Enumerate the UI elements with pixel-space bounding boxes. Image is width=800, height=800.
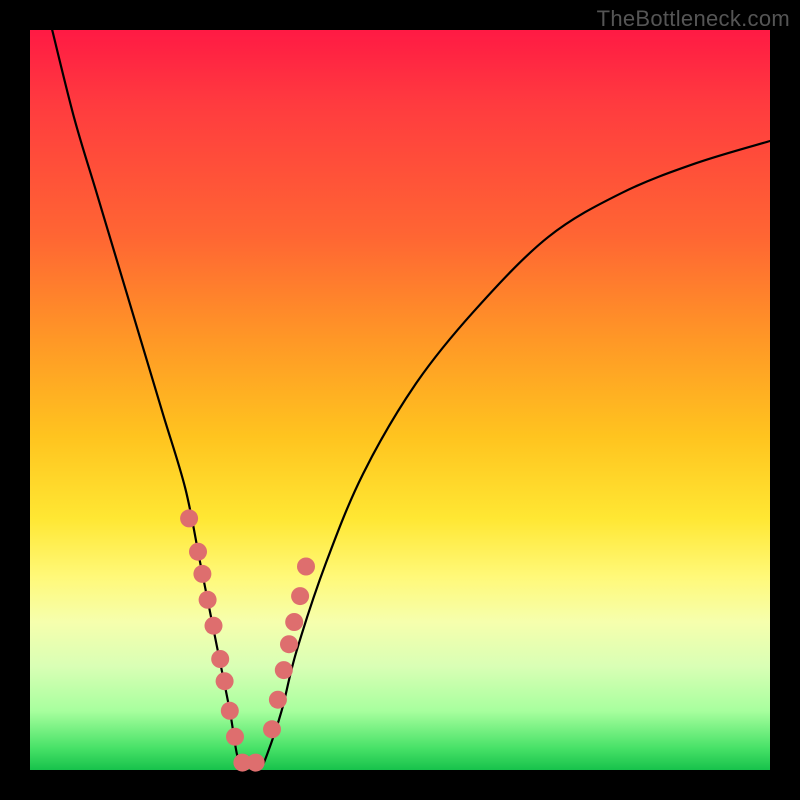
sample-marker <box>263 720 281 738</box>
chart-frame: TheBottleneck.com <box>0 0 800 800</box>
sample-marker <box>216 672 234 690</box>
sample-marker <box>221 702 239 720</box>
watermark-text: TheBottleneck.com <box>597 6 790 32</box>
sample-marker <box>291 587 309 605</box>
sample-marker <box>226 728 244 746</box>
sample-marker <box>205 617 223 635</box>
sample-marker <box>285 613 303 631</box>
sample-marker <box>211 650 229 668</box>
sample-marker <box>269 691 287 709</box>
sample-marker <box>247 754 265 772</box>
sample-markers-group <box>180 509 315 771</box>
bottleneck-curve-line <box>52 30 770 771</box>
sample-marker <box>297 558 315 576</box>
sample-marker <box>199 591 217 609</box>
sample-marker <box>193 565 211 583</box>
sample-marker <box>275 661 293 679</box>
sample-marker <box>280 635 298 653</box>
plot-area <box>30 30 770 770</box>
sample-marker <box>189 543 207 561</box>
chart-svg <box>30 30 770 770</box>
sample-marker <box>180 509 198 527</box>
